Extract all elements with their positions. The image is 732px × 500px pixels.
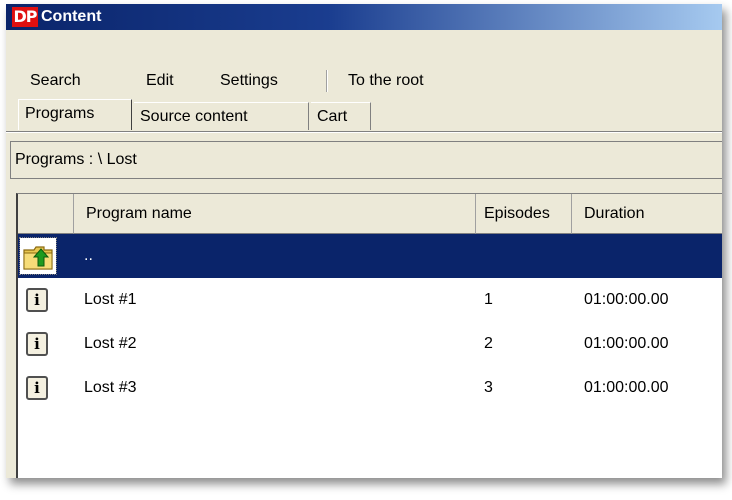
menu-bar: Search Edit Settings To the root: [6, 66, 722, 96]
table-row[interactable]: i Lost #3 3 01:00:00.00: [18, 366, 722, 410]
table-row[interactable]: i Lost #1 1 01:00:00.00: [18, 278, 722, 322]
parent-folder-label: ..: [84, 247, 93, 264]
program-episodes: 2: [484, 335, 493, 352]
tab-source-content[interactable]: Source content: [134, 102, 309, 130]
column-header-program-name[interactable]: Program name: [74, 194, 476, 234]
grid-header: Program name Episodes Duration: [18, 194, 722, 234]
menu-search[interactable]: Search: [30, 66, 81, 96]
column-header-icon[interactable]: [18, 194, 74, 234]
program-duration: 01:00:00.00: [584, 335, 669, 352]
column-header-episodes[interactable]: Episodes: [476, 194, 572, 234]
program-episodes: 3: [484, 379, 493, 396]
path-label: Programs : \ Lost: [15, 151, 137, 168]
program-name: Lost #3: [84, 379, 137, 396]
info-icon: i: [26, 332, 50, 356]
info-icon: i: [26, 376, 50, 400]
column-header-duration[interactable]: Duration: [572, 194, 722, 234]
info-icon: i: [26, 288, 50, 312]
tab-programs[interactable]: Programs: [18, 99, 132, 130]
table-row-parent-folder[interactable]: ..: [18, 234, 722, 278]
program-name: Lost #2: [84, 335, 137, 352]
title-bar[interactable]: DP Content: [6, 4, 722, 30]
content-window: DP Content Search Edit Settings To the r…: [6, 4, 722, 478]
tab-cart[interactable]: Cart: [311, 102, 371, 130]
menu-to-the-root[interactable]: To the root: [348, 66, 424, 96]
program-episodes: 1: [484, 291, 493, 308]
program-duration: 01:00:00.00: [584, 379, 669, 396]
program-name: Lost #1: [84, 291, 137, 308]
folder-up-icon: [19, 237, 57, 275]
program-duration: 01:00:00.00: [584, 291, 669, 308]
table-row[interactable]: i Lost #2 2 01:00:00.00: [18, 322, 722, 366]
menu-edit[interactable]: Edit: [146, 66, 174, 96]
path-bar: Programs : \ Lost: [10, 141, 722, 179]
menu-separator: [326, 70, 328, 92]
app-logo-icon: DP: [12, 7, 38, 27]
tab-divider: [6, 131, 722, 133]
programs-grid[interactable]: Program name Episodes Duration .. i Lost…: [16, 193, 722, 478]
menu-settings[interactable]: Settings: [220, 66, 278, 96]
window-title: Content: [41, 8, 102, 25]
tab-strip: Programs Source content Cart: [6, 99, 722, 130]
